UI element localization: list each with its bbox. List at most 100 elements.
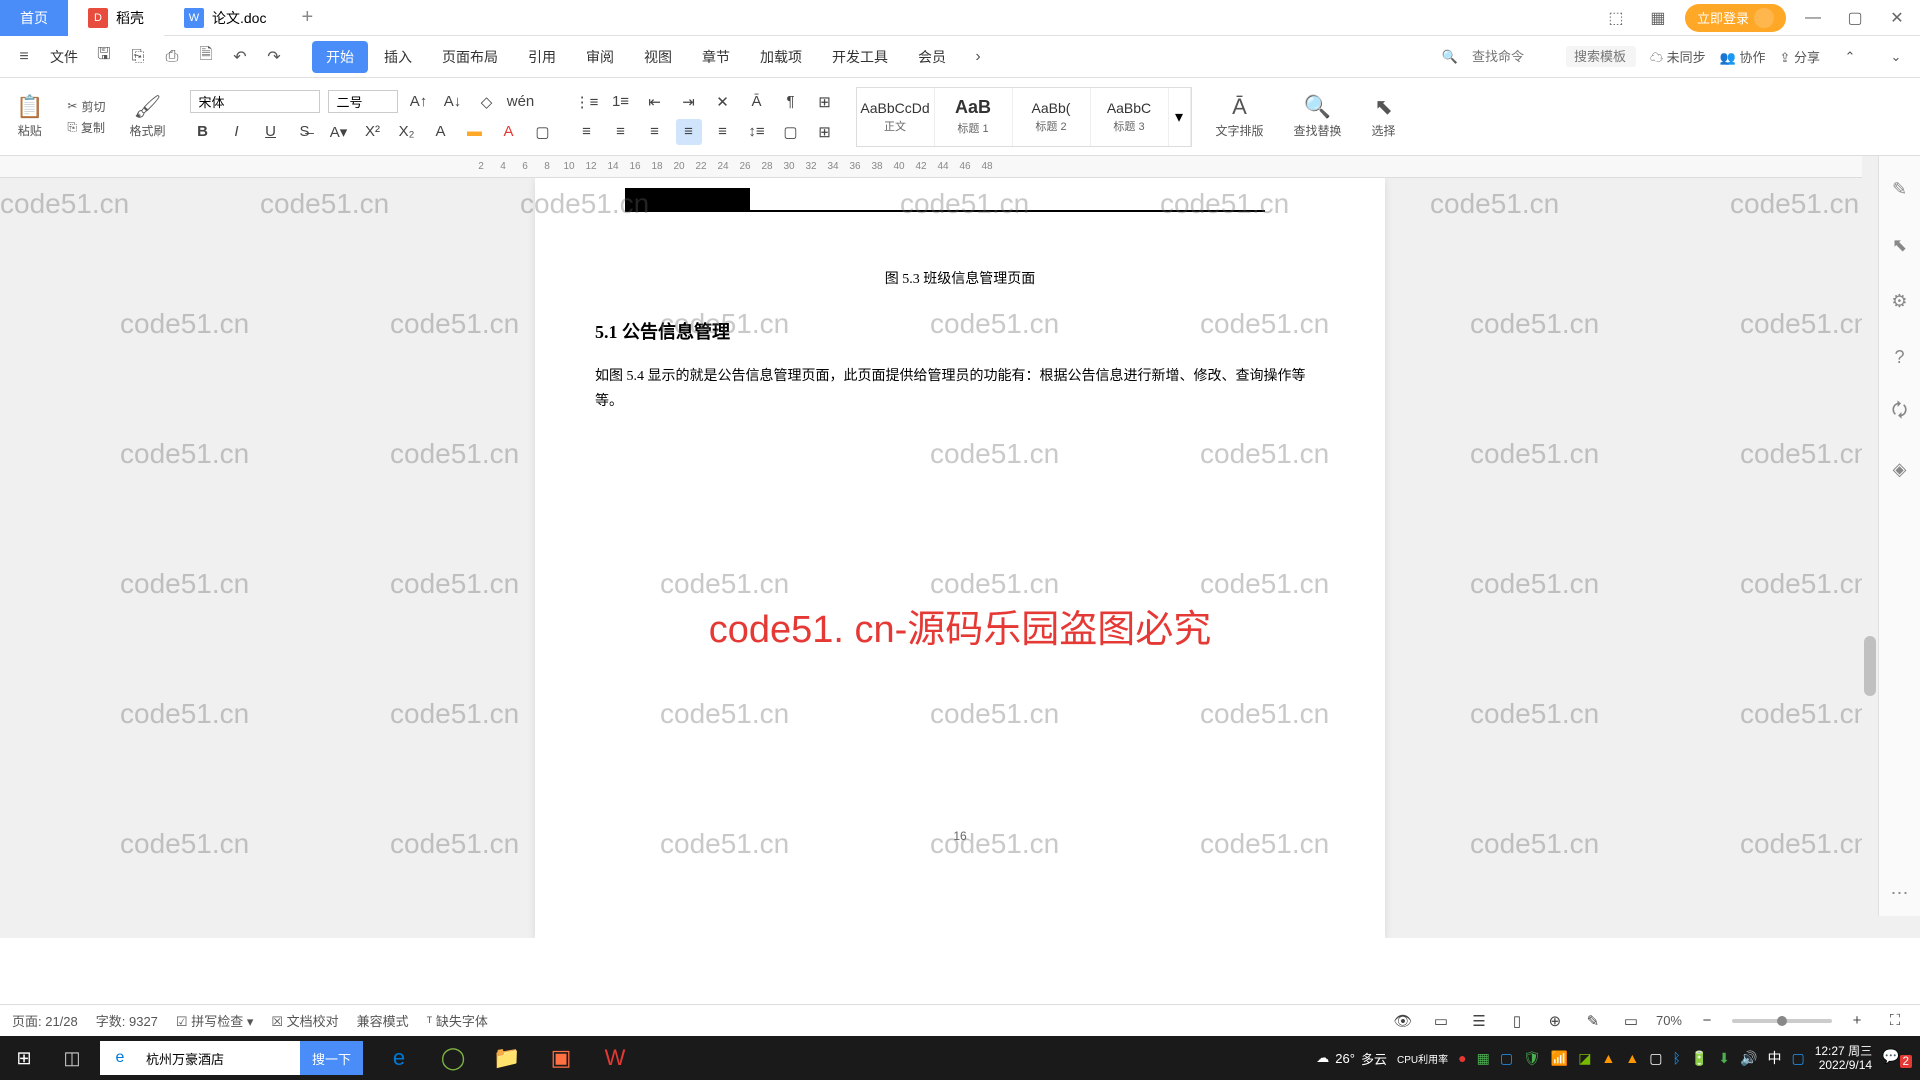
document-page[interactable]: 图 5.3 班级信息管理页面 5.1 公告信息管理 如图 5.4 显示的就是公告… — [535, 178, 1385, 938]
window-maximize-button[interactable]: ▢ — [1840, 3, 1870, 33]
tray-icon-8[interactable]: ▢ — [1791, 1050, 1804, 1067]
print-preview-icon[interactable]: 🗎 — [190, 41, 222, 73]
sort-icon[interactable]: Ā — [744, 89, 770, 115]
file-menu[interactable]: 文件 — [42, 47, 86, 67]
tabs-icon[interactable]: ⊞ — [812, 89, 838, 115]
ribbon-tab-layout[interactable]: 页面布局 — [428, 41, 512, 73]
tray-icon-7[interactable]: ⬇ — [1718, 1050, 1730, 1067]
scrollbar-thumb[interactable] — [1864, 636, 1876, 696]
shrink-font-icon[interactable]: A↓ — [440, 89, 466, 115]
taskbar-app-wps[interactable]: W — [591, 1036, 639, 1080]
taskbar-clock[interactable]: 12:27 周三 2022/9/14 — [1815, 1044, 1872, 1073]
zoom-in-button[interactable]: + — [1844, 1008, 1870, 1034]
layout-icon[interactable]: ⬚ — [1601, 3, 1631, 33]
clear-format-icon[interactable]: ◇ — [474, 89, 500, 115]
zoom-level[interactable]: 70% — [1656, 1013, 1682, 1028]
highlight-icon[interactable]: ▬ — [462, 119, 488, 145]
ribbon-tab-section[interactable]: 章节 — [688, 41, 744, 73]
ribbon-tab-reference[interactable]: 引用 — [514, 41, 570, 73]
pointer-icon[interactable]: ⬉ — [1887, 232, 1913, 258]
indent-icon[interactable]: ⇥ — [676, 89, 702, 115]
share-button[interactable]: ⇪ 分享 — [1779, 47, 1820, 66]
cut-button[interactable]: ✂ 剪切 — [67, 98, 105, 115]
superscript-button[interactable]: X² — [360, 119, 386, 145]
char-border-icon[interactable]: ▢ — [530, 119, 556, 145]
page-indicator[interactable]: 页面: 21/28 — [12, 1011, 78, 1030]
subscript-button[interactable]: X₂ — [394, 119, 420, 145]
redo-icon[interactable]: ↷ — [258, 41, 290, 73]
taskbar-search-input[interactable] — [140, 1051, 300, 1066]
style-gallery-more[interactable]: ▾ — [1169, 88, 1191, 146]
ruler-toggle-icon[interactable]: ▭ — [1618, 1008, 1644, 1034]
more-dots-icon[interactable]: ⋯ — [1887, 880, 1913, 906]
taskbar-app-terminal[interactable]: ▣ — [537, 1036, 585, 1080]
ribbon-tab-insert[interactable]: 插入 — [370, 41, 426, 73]
select-button[interactable]: ⬉ 选择 — [1366, 92, 1402, 141]
copy-button[interactable]: ⎘ 复制 — [67, 119, 105, 136]
text-layout-button[interactable]: Ā 文字排版 — [1210, 92, 1270, 141]
export-icon[interactable]: ⎘ — [122, 41, 154, 73]
pen-icon[interactable]: ✎ — [1887, 176, 1913, 202]
taskbar-weather[interactable]: ☁ 26° 多云 — [1316, 1049, 1387, 1068]
tray-icon-4[interactable]: ▲ — [1602, 1050, 1616, 1066]
ribbon-tab-member[interactable]: 会员 — [904, 41, 960, 73]
search-command-input[interactable] — [1472, 49, 1552, 64]
borders-icon[interactable]: ⊞ — [812, 119, 838, 145]
font-size-select[interactable] — [328, 90, 398, 113]
style-heading2[interactable]: AaBb( 标题 2 — [1013, 88, 1091, 146]
shading-icon[interactable]: ▢ — [778, 119, 804, 145]
tray-icon-2[interactable]: ▦ — [1477, 1050, 1490, 1067]
ruler[interactable]: 2468101214161820222426283032343638404244… — [0, 156, 1920, 178]
underline-button[interactable]: U — [258, 119, 284, 145]
document-area[interactable]: 图 5.3 班级信息管理页面 5.1 公告信息管理 如图 5.4 显示的就是公告… — [0, 178, 1920, 938]
search-template-input[interactable] — [1566, 46, 1636, 67]
taskbar-app-edge[interactable]: e — [375, 1036, 423, 1080]
font-name-select[interactable] — [190, 90, 320, 113]
style-heading1[interactable]: AaB 标题 1 — [935, 88, 1013, 146]
show-marks-icon[interactable]: ¶ — [778, 89, 804, 115]
window-close-button[interactable]: ✕ — [1882, 3, 1912, 33]
print-icon[interactable]: ⎙ — [156, 41, 188, 73]
login-button[interactable]: 立即登录 — [1685, 4, 1786, 32]
bold-button[interactable]: B — [190, 119, 216, 145]
hamburger-icon[interactable]: ≡ — [8, 41, 40, 73]
cpu-usage-label[interactable]: CPU利用率 — [1397, 1051, 1448, 1066]
paste-button[interactable]: 📋 粘贴 — [10, 92, 49, 141]
zoom-out-button[interactable]: − — [1694, 1008, 1720, 1034]
tray-ime-icon[interactable]: 中 — [1767, 1048, 1781, 1068]
save-icon[interactable]: 🖫 — [88, 41, 120, 73]
line-spacing-icon[interactable]: ↕≡ — [744, 119, 770, 145]
word-count[interactable]: 字数: 9327 — [96, 1011, 158, 1030]
settings-slider-icon[interactable]: ⚙ — [1887, 288, 1913, 314]
ribbon-tab-review[interactable]: 审阅 — [572, 41, 628, 73]
tray-battery-icon[interactable]: 🔋 — [1691, 1050, 1708, 1067]
tray-volume-icon[interactable]: 🔊 — [1740, 1050, 1757, 1067]
align-justify-icon[interactable]: ≡ — [676, 119, 702, 145]
italic-button[interactable]: I — [224, 119, 250, 145]
read-view-icon[interactable]: ▭ — [1428, 1008, 1454, 1034]
taskbar-app-explorer[interactable]: 📁 — [483, 1036, 531, 1080]
tab-add-button[interactable]: + — [286, 6, 328, 29]
outline-view-icon[interactable]: ☰ — [1466, 1008, 1492, 1034]
taskbar-app-browser[interactable]: ◯ — [429, 1036, 477, 1080]
ribbon-collapse-up-icon[interactable]: ⌃ — [1834, 41, 1866, 73]
tray-wifi-icon[interactable]: 📶 — [1551, 1050, 1568, 1067]
tray-notifications-icon[interactable]: 💬2 — [1882, 1048, 1912, 1068]
edit-icon[interactable]: ✎ — [1580, 1008, 1606, 1034]
taskbar-search[interactable]: e 搜一下 — [100, 1041, 363, 1075]
ribbon-tab-addins[interactable]: 加载项 — [746, 41, 816, 73]
globe-icon[interactable]: ⊕ — [1542, 1008, 1568, 1034]
start-button[interactable]: ⊞ — [0, 1036, 48, 1080]
proofing-button[interactable]: ☒ 文档校对 — [271, 1011, 338, 1030]
tray-icon-6[interactable]: ▢ — [1649, 1050, 1662, 1067]
tab-docker[interactable]: D 稻壳 — [68, 0, 164, 36]
tray-bluetooth-icon[interactable]: ᛒ — [1672, 1050, 1680, 1066]
number-list-icon[interactable]: 1≡ — [608, 89, 634, 115]
eye-icon[interactable]: 👁 — [1390, 1008, 1416, 1034]
tray-icon-5[interactable]: ▲ — [1625, 1050, 1639, 1066]
phonetic-icon[interactable]: wén — [508, 89, 534, 115]
translate-icon[interactable]: 🗘 — [1887, 400, 1913, 426]
find-replace-button[interactable]: 🔍 查找替换 — [1288, 92, 1348, 141]
outdent-icon[interactable]: ⇤ — [642, 89, 668, 115]
ribbon-collapse-down-icon[interactable]: ⌄ — [1880, 41, 1912, 73]
